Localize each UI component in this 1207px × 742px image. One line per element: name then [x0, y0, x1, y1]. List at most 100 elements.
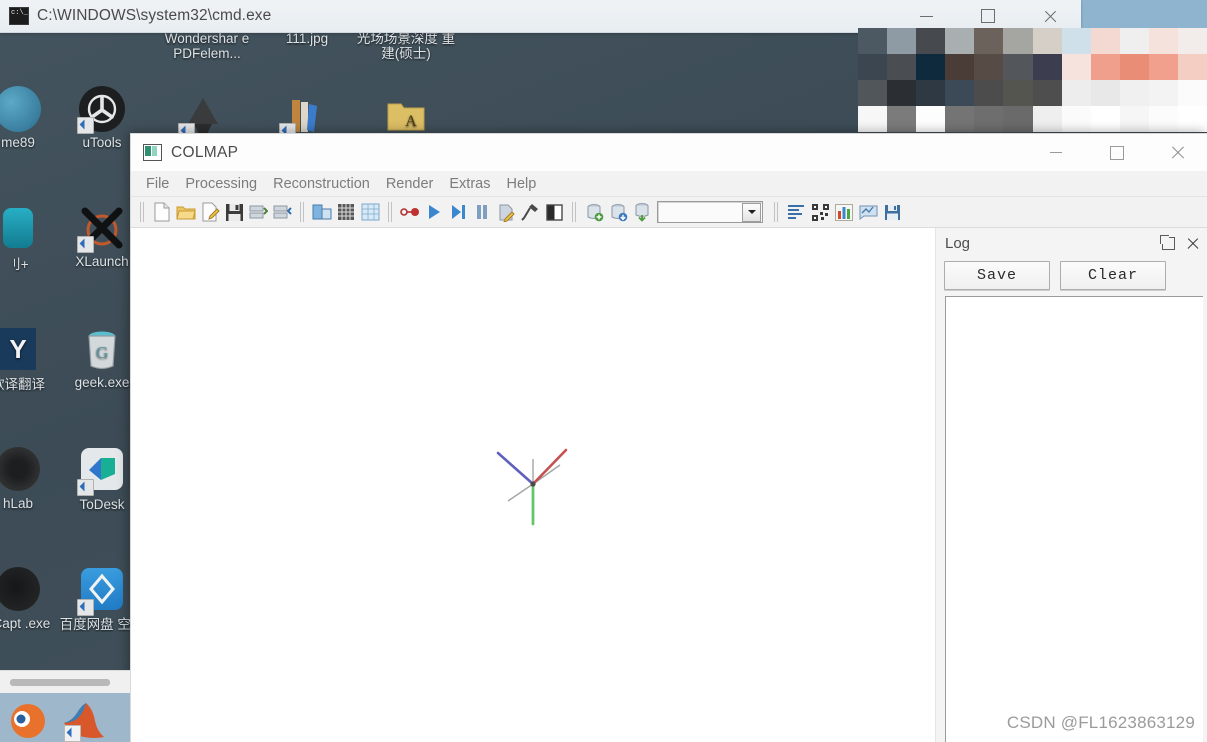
save-project-icon[interactable]	[223, 200, 245, 224]
desktop-icon-label: Wondershar e PDFelem...	[157, 31, 257, 61]
log-panel-header: Log	[936, 228, 1207, 258]
mosaic-cell	[1149, 28, 1178, 54]
mosaic-cell	[1178, 28, 1207, 54]
shortcut-arrow-badge	[77, 117, 94, 134]
mosaic-cell	[916, 28, 945, 54]
toolbar-drag-handle[interactable]	[138, 202, 146, 222]
desktop-icon-matlab[interactable]: hLab	[0, 446, 64, 511]
mosaic-cell	[858, 28, 887, 54]
model-add-icon[interactable]	[583, 200, 605, 224]
mosaic-cell	[1091, 54, 1120, 80]
toolbar-drag-handle[interactable]	[570, 202, 578, 222]
scrollbar-thumb[interactable]	[10, 679, 110, 686]
screen: me89 刂+ Y 欧译翻译 hLab yCapt .exe	[0, 0, 1207, 742]
model-remove-icon[interactable]	[607, 200, 629, 224]
save-image-icon[interactable]	[881, 200, 903, 224]
desktop-icon-youdao[interactable]: Y 欧译翻译	[0, 326, 64, 392]
mosaic-cell	[945, 54, 974, 80]
step-forward-icon[interactable]	[447, 200, 469, 224]
mosaic-cell	[887, 80, 916, 106]
undock-icon[interactable]	[1162, 237, 1175, 250]
export-model-icon[interactable]	[271, 200, 293, 224]
mosaic-cell	[945, 106, 974, 132]
maximize-icon	[981, 9, 995, 23]
colmap-window-title: COLMAP	[171, 144, 238, 162]
minimize-icon	[920, 16, 933, 17]
mosaic-cell	[1178, 106, 1207, 132]
colmap-minimize-button[interactable]	[1025, 134, 1086, 171]
model-selector-combobox[interactable]	[657, 201, 763, 223]
inkscape-icon	[180, 92, 226, 138]
menu-item-file[interactable]: File	[138, 174, 177, 194]
log-save-button[interactable]: Save	[944, 261, 1050, 290]
menu-item-extras[interactable]: Extras	[441, 174, 498, 194]
toolbar-drag-handle[interactable]	[298, 202, 306, 222]
match-matrix-icon[interactable]	[809, 200, 831, 224]
render-options-icon[interactable]	[543, 200, 565, 224]
shortcut-arrow-badge	[64, 725, 81, 742]
books-icon	[281, 92, 327, 138]
import-model-icon[interactable]	[247, 200, 269, 224]
mosaic-cell	[1033, 28, 1062, 54]
mosaic-cell	[1149, 54, 1178, 80]
start-reconstruction-icon[interactable]	[399, 200, 421, 224]
mosaic-cell	[1178, 54, 1207, 80]
new-project-icon[interactable]	[151, 200, 173, 224]
bundle-adjustment-icon[interactable]	[495, 200, 517, 224]
xlaunch-icon	[79, 205, 125, 251]
pause-icon[interactable]	[471, 200, 493, 224]
mosaic-cell	[1091, 28, 1120, 54]
feature-matching-icon[interactable]	[335, 200, 357, 224]
bar-chart-icon[interactable]	[833, 200, 855, 224]
taskbar-overflow-strip	[0, 670, 130, 693]
menu-item-processing[interactable]: Processing	[177, 174, 265, 194]
toolbar-drag-handle[interactable]	[386, 202, 394, 222]
log-clear-button[interactable]: Clear	[1060, 261, 1166, 290]
shortcut-arrow-badge	[77, 599, 94, 616]
menu-item-help[interactable]: Help	[498, 174, 544, 194]
desktop-icon-browser[interactable]: me89	[0, 86, 64, 150]
menu-item-render[interactable]: Render	[378, 174, 442, 194]
model-viewport[interactable]	[131, 228, 936, 742]
mosaic-cell	[887, 106, 916, 132]
desktop-icon-sharex[interactable]: yCapt .exe	[0, 566, 64, 631]
mosaic-cell	[1120, 80, 1149, 106]
mosaic-cell	[1091, 106, 1120, 132]
baidu-netdisk-icon	[79, 568, 125, 614]
close-icon[interactable]	[1186, 237, 1199, 250]
mosaic-cell	[858, 54, 887, 80]
mosaic-cell	[858, 80, 887, 106]
taskbar	[0, 670, 130, 742]
menu-item-reconstruction[interactable]: Reconstruction	[265, 174, 378, 194]
hammer-tools-icon[interactable]	[519, 200, 541, 224]
log-text-area[interactable]	[945, 296, 1203, 742]
log-panel-title: Log	[945, 235, 970, 252]
desktop-icon-label: hLab	[0, 496, 64, 511]
todesk-icon	[79, 448, 125, 494]
colmap-close-button[interactable]	[1147, 134, 1207, 171]
utools-icon	[79, 86, 125, 132]
feature-extraction-icon[interactable]	[311, 200, 333, 224]
firefox-icon[interactable]	[8, 699, 48, 742]
toolbar-drag-handle[interactable]	[772, 202, 780, 222]
mosaic-cell	[1003, 106, 1032, 132]
colmap-maximize-button[interactable]	[1086, 134, 1147, 171]
desktop-icon-cylinder-app[interactable]: 刂+	[0, 205, 64, 272]
colmap-titlebar: COLMAP	[131, 134, 1207, 171]
edit-project-icon[interactable]	[199, 200, 221, 224]
geek-uninstaller-icon: G	[79, 326, 125, 372]
play-icon[interactable]	[423, 200, 445, 224]
chevron-down-icon[interactable]	[742, 203, 761, 222]
model-merge-icon[interactable]	[631, 200, 653, 224]
undistort-icon[interactable]	[857, 200, 879, 224]
database-grid-icon[interactable]	[359, 200, 381, 224]
colmap-body: Log Save Clear	[131, 228, 1207, 742]
desktop-icon-label: 光场场景深度 重建(硕士)	[355, 31, 457, 61]
mosaic-cell	[887, 54, 916, 80]
log-dock-panel: Log Save Clear	[936, 228, 1207, 742]
model-stats-icon[interactable]	[785, 200, 807, 224]
open-project-icon[interactable]	[175, 200, 197, 224]
matlab-icon[interactable]	[62, 699, 106, 742]
mosaic-cell	[916, 80, 945, 106]
log-panel-buttons: Save Clear	[936, 258, 1207, 296]
